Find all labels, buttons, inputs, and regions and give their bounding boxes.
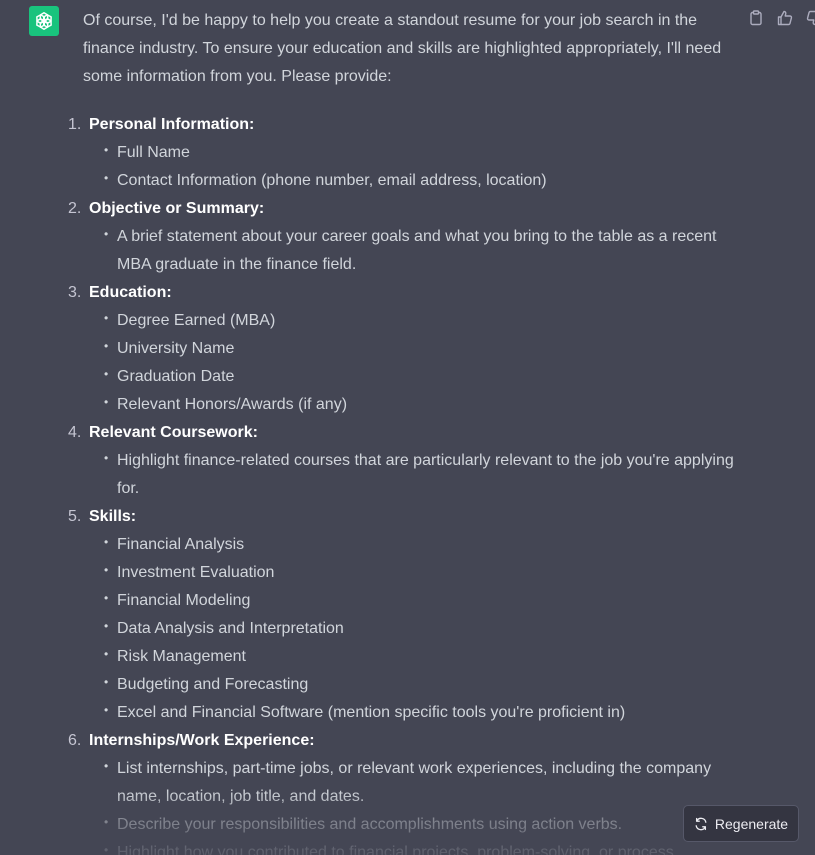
bullet-item: • Degree Earned (MBA): [104, 307, 743, 335]
bullet-item: • Excel and Financial Software (mention s…: [104, 699, 743, 727]
list-item: 4. Relevant Coursework: • Highlight finance…: [68, 419, 743, 503]
step-title: Skills:: [89, 508, 137, 525]
regenerate-button[interactable]: Regenerate: [683, 805, 799, 842]
bullet-text: Financial Modeling: [117, 592, 251, 609]
step-title: Education:: [89, 284, 172, 301]
bullet-list: • Degree Earned (MBA) • University Name • Gra…: [89, 307, 743, 419]
step-title: Objective or Summary:: [89, 200, 265, 217]
bullet-icon: •: [104, 759, 109, 773]
bullet-item: • Full Name: [104, 139, 743, 167]
bullet-icon: •: [104, 703, 109, 717]
bullet-icon: •: [104, 647, 109, 661]
bullet-text: Graduation Date: [117, 368, 235, 385]
bullet-list: • Highlight finance-related courses that …: [89, 447, 743, 503]
bullet-icon: •: [104, 395, 109, 409]
bullet-text: Relevant Honors/Awards (if any): [117, 396, 348, 413]
bullet-item: • Investment Evaluation: [104, 559, 743, 587]
bullet-item: • Highlight how you contributed to financ…: [104, 839, 743, 855]
bullet-text: Degree Earned (MBA): [117, 312, 276, 329]
bullet-icon: •: [104, 563, 109, 577]
bullet-text: Data Analysis and Interpretation: [117, 620, 344, 637]
copy-icon[interactable]: [746, 8, 766, 28]
list-number: 6.: [68, 732, 82, 749]
bullet-icon: •: [104, 619, 109, 633]
refresh-icon: [695, 817, 707, 830]
bullet-text: Excel and Financial Software (mention sp…: [117, 704, 626, 721]
thumbs-down-icon[interactable]: [804, 8, 815, 28]
bullet-item: • Budgeting and Forecasting: [104, 671, 743, 699]
bullet-icon: •: [104, 339, 109, 353]
regenerate-label: Regenerate: [714, 815, 789, 832]
list-item: 3. Education: • Degree Earned (MBA) • Univers…: [68, 279, 743, 419]
bullet-icon: •: [104, 143, 109, 157]
bullet-icon: •: [104, 451, 109, 465]
bullet-list: • Full Name • Contact Information (phone nu…: [89, 139, 743, 195]
bullet-item: • Financial Analysis: [104, 531, 743, 559]
bullet-text: University Name: [117, 340, 235, 357]
numbered-list: 1. Personal Information: • Full Name • Contac…: [68, 111, 743, 855]
bullet-item: • Describe your responsibilities and acco…: [104, 811, 743, 839]
list-number: 3.: [68, 284, 82, 301]
bullet-item: • Data Analysis and Interpretation: [104, 615, 743, 643]
bullet-item: • List internships, part-time jobs, or re…: [104, 755, 743, 811]
list-number: 4.: [68, 424, 82, 441]
bullet-text: A brief statement about your career goal…: [117, 228, 717, 273]
bullet-icon: •: [104, 171, 109, 185]
bullet-text: Highlight how you contributed to financi…: [117, 844, 674, 855]
bullet-list: • Financial Analysis • Investment Evaluatio…: [89, 531, 743, 727]
list-item: 6. Internships/Work Experience: • List inte…: [68, 727, 743, 855]
bullet-text: Describe your responsibilities and accom…: [117, 816, 623, 833]
thumbs-up-icon[interactable]: [775, 8, 795, 28]
bullet-list: • A brief statement about your career goa…: [89, 223, 743, 279]
bullet-text: Budgeting and Forecasting: [117, 676, 309, 693]
bullet-text: Investment Evaluation: [117, 564, 275, 581]
bullet-icon: •: [104, 367, 109, 381]
step-title: Relevant Coursework:: [89, 424, 258, 441]
bullet-icon: •: [104, 843, 109, 855]
bullet-item: • Relevant Honors/Awards (if any): [104, 391, 743, 419]
bullet-item: • Graduation Date: [104, 363, 743, 391]
bullet-icon: •: [104, 675, 109, 689]
bullet-item: • Risk Management: [104, 643, 743, 671]
bullet-text: Risk Management: [117, 648, 246, 665]
list-item: 1. Personal Information: • Full Name • Contac…: [68, 111, 743, 195]
message-actions: [746, 8, 815, 28]
bullet-text: List internships, part-time jobs, or rel…: [117, 760, 712, 805]
bullet-item: • University Name: [104, 335, 743, 363]
bullet-text: Contact Information (phone number, email…: [117, 172, 547, 189]
bullet-icon: •: [104, 591, 109, 605]
list-number: 2.: [68, 200, 82, 217]
bullet-item: • Highlight finance-related courses that …: [104, 447, 743, 503]
bullet-item: • A brief statement about your career goa…: [104, 223, 743, 279]
assistant-message: Of course, I'd be happy to help you crea…: [68, 7, 743, 855]
list-number: 5.: [68, 508, 82, 525]
bullet-icon: •: [104, 815, 109, 829]
bullet-item: • Financial Modeling: [104, 587, 743, 615]
openai-logo-icon: [36, 12, 52, 30]
bullet-icon: •: [104, 535, 109, 549]
bullet-item: • Contact Information (phone number, emai…: [104, 167, 743, 195]
list-item: 2. Objective or Summary: • A brief statemen…: [68, 195, 743, 279]
bullet-icon: •: [104, 227, 109, 241]
list-number: 1.: [68, 116, 82, 133]
bullet-icon: •: [104, 311, 109, 325]
bullet-text: Highlight finance-related courses that a…: [117, 452, 734, 497]
bullet-text: Financial Analysis: [117, 536, 245, 553]
step-title: Personal Information:: [89, 116, 255, 133]
bullet-text: Full Name: [117, 144, 190, 161]
assistant-avatar: [29, 6, 59, 36]
list-item: 5. Skills: • Financial Analysis • Investment …: [68, 503, 743, 727]
step-title: Internships/Work Experience:: [89, 732, 315, 749]
intro-paragraph: Of course, I'd be happy to help you crea…: [83, 12, 722, 85]
bullet-list: • List internships, part-time jobs, or re…: [89, 755, 743, 855]
